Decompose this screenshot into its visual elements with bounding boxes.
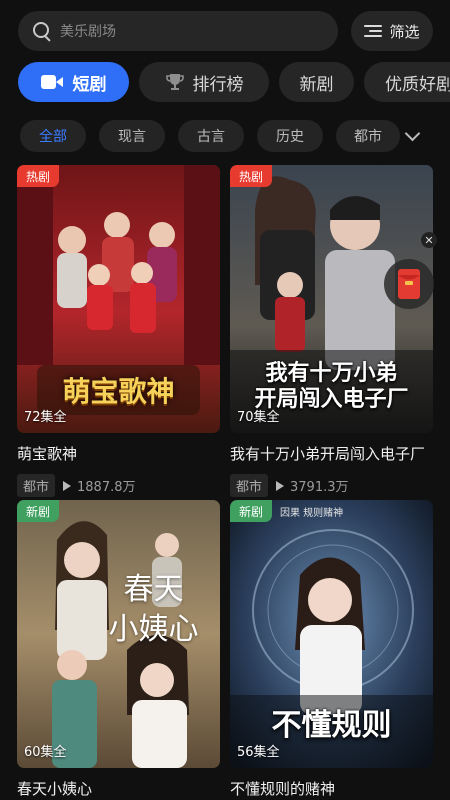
trophy-icon [165,74,184,90]
tab-quality[interactable]: 优质好剧 [364,62,450,102]
drama-meta: 都市 3791.3万 [230,474,433,497]
category-tabs: 短剧 排行榜 新剧 优质好剧 [0,62,450,104]
poster-title: 不懂规则 [271,708,392,743]
tab-label: 优质好剧 [385,74,450,95]
tag-history[interactable]: 历史 [257,120,323,152]
poster[interactable]: 热剧 萌宝歌神 72集全 [17,165,220,433]
drama-title[interactable]: 我有十万小弟开局闯入电子厂 [230,443,433,464]
search-icon [32,21,52,41]
poster[interactable]: 新剧 因果 规则赌神 不懂规则 56集全 [230,500,433,768]
play-icon [276,480,285,491]
episode-count: 72集全 [24,410,67,425]
drama-card[interactable]: 新剧 因果 规则赌神 不懂规则 56集全 不懂规则的赌神 [230,500,433,799]
drama-card[interactable]: 热剧 萌宝歌神 72集全 萌宝歌神 都市 1887.8万 [17,165,220,497]
status-badge: 新剧 [17,500,60,522]
poster-title: 萌宝歌神 [62,375,175,408]
filter-label: 筛选 [389,22,420,41]
drama-meta: 都市 1887.8万 [17,474,220,497]
poster-title: 春天 小姨心 [87,570,220,650]
tab-label: 短剧 [72,74,107,95]
filter-icon [364,24,383,38]
tag-urban[interactable]: 都市 [336,120,400,152]
poster-tagline: 因果 规则赌神 [280,508,344,519]
tag-label: 古言 [197,129,225,145]
search-placeholder: 美乐剧场 [60,24,116,40]
drama-card[interactable]: 新剧 春天 小姨心 60集全 春天小姨心 [17,500,220,799]
play-count: 3791.3万 [290,480,349,495]
episode-count: 56集全 [237,745,280,760]
poster-title-line: 春天 [123,572,184,607]
tag-all[interactable]: 全部 [20,120,86,152]
tab-label: 新剧 [299,74,334,95]
poster-title: 我有十万小弟 开局闯入电子厂 [230,360,433,412]
poster-title-line: 小姨心 [108,612,199,647]
tag-label: 全部 [39,129,67,145]
status-badge: 热剧 [230,165,273,187]
chevron-down-icon[interactable] [403,126,423,146]
tag-modern-romance[interactable]: 现言 [99,120,165,152]
tag-label: 历史 [276,129,304,145]
tab-new[interactable]: 新剧 [279,62,354,102]
play-count: 1887.8万 [77,480,136,495]
play-icon [63,480,72,491]
genre-tags: 全部 现言 古言 历史 都市 [0,120,450,154]
genre-tag: 都市 [230,474,269,497]
filter-button[interactable]: 筛选 [351,11,433,51]
close-icon[interactable]: ✕ [421,232,437,248]
drama-title[interactable]: 萌宝歌神 [17,443,220,464]
drama-title[interactable]: 不懂规则的赌神 [230,778,433,799]
tag-ancient-romance[interactable]: 古言 [178,120,244,152]
top-bar: 美乐剧场 筛选 [0,0,450,60]
drama-card[interactable]: 热剧 我有十万小弟 开局闯入电子厂 70集全 我有十万小弟开局闯入电子厂 都市 … [230,165,433,497]
tag-label: 现言 [118,129,146,145]
poster[interactable]: 新剧 春天 小姨心 60集全 [17,500,220,768]
status-badge: 新剧 [230,500,273,522]
poster-title-line: 我有十万小弟 [265,360,398,386]
status-badge: 热剧 [17,165,60,187]
tab-label: 排行榜 [192,74,244,95]
episode-count: 70集全 [237,410,280,425]
tab-ranking[interactable]: 排行榜 [139,62,269,102]
search-bar[interactable]: 美乐剧场 [18,11,338,51]
tag-label: 都市 [354,129,382,145]
video-camera-icon [40,74,63,90]
tab-short-drama[interactable]: 短剧 [18,62,129,102]
episode-count: 60集全 [24,745,67,760]
red-envelope-icon[interactable] [384,257,434,311]
genre-tag: 都市 [17,474,56,497]
drama-title[interactable]: 春天小姨心 [17,778,220,799]
